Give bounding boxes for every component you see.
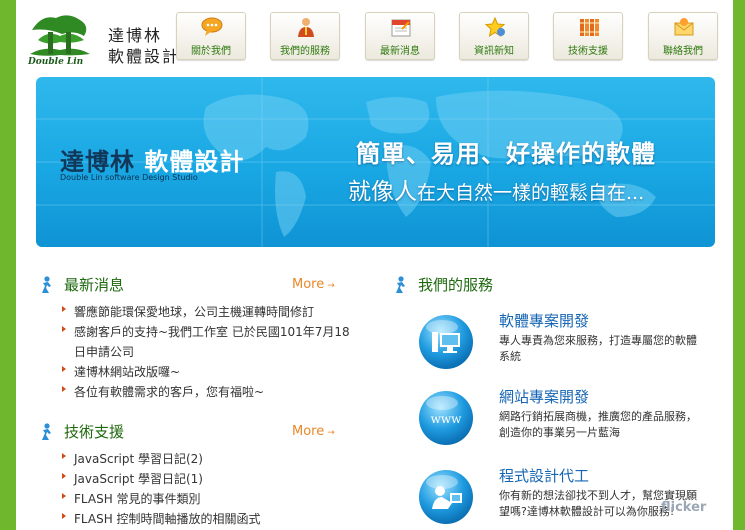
news-more-label: More bbox=[292, 277, 325, 292]
www-icon-text: www bbox=[431, 412, 463, 426]
nav-about-label: 關於我們 bbox=[191, 46, 231, 57]
service-software-dev: 軟體專案開發 專人專責為您來服務，打造專屬您的軟體系統 bbox=[394, 312, 724, 384]
banner-brand-dark: 達博林 bbox=[60, 148, 135, 176]
services-section-header: 我們的服務 bbox=[392, 274, 692, 296]
programmer-icon[interactable] bbox=[418, 469, 474, 525]
support-item[interactable]: JavaScript 學習日記(2) bbox=[60, 449, 350, 469]
support-list: JavaScript 學習日記(2) JavaScript 學習日記(1) FL… bbox=[60, 449, 350, 529]
support-item[interactable]: JavaScript 學習日記(1) bbox=[60, 469, 350, 489]
envelope-icon bbox=[674, 18, 694, 36]
watermark: flicker bbox=[661, 500, 707, 515]
services-title: 我們的服務 bbox=[418, 276, 494, 294]
site-logo[interactable]: Double Lin 達博林 軟體設計 bbox=[28, 10, 178, 70]
person-runner-icon bbox=[42, 276, 51, 293]
books-icon bbox=[580, 19, 599, 36]
news-item[interactable]: 達博林網站改版囉~ bbox=[60, 362, 350, 382]
news-item[interactable]: 感謝客戶的支持~我們工作室 已於民國101年7月18日申請公司 bbox=[60, 322, 350, 362]
banner-brand-subtitle: Double Lin software Design Studio bbox=[60, 173, 198, 182]
banner-brand-white: 軟體設計 bbox=[144, 148, 245, 176]
page: Double Lin 達博林 軟體設計 關於我們 我們的服務 最新消息 資訊新知… bbox=[16, 0, 733, 530]
banner-brand: 達博林 軟體設計 bbox=[60, 142, 244, 177]
support-item[interactable]: FLASH 控制時間軸播放的相關函式 bbox=[60, 509, 350, 529]
more-arrow-icon: → bbox=[327, 428, 335, 438]
support-section-header: 技術支援 More → bbox=[38, 421, 338, 443]
nav-about-button[interactable]: 關於我們 bbox=[176, 12, 246, 60]
person-runner-icon bbox=[396, 276, 405, 293]
news-item[interactable]: 響應節能環保愛地球，公司主機運轉時間修訂 bbox=[60, 302, 350, 322]
service-description: 網路行銷拓展商機，推廣您的產品服務，創造你的事業另一片藍海 bbox=[499, 410, 697, 439]
news-more-link[interactable]: More → bbox=[292, 277, 335, 292]
nav-news-button[interactable]: 最新消息 bbox=[365, 12, 435, 60]
support-more-link[interactable]: More → bbox=[292, 424, 335, 439]
banner-slogan-line2: 就像人在大自然一樣的輕鬆自在... bbox=[348, 172, 644, 206]
nav-info-label: 資訊新知 bbox=[474, 46, 514, 57]
banner-slogan-prefix: 就像人 bbox=[348, 179, 417, 205]
service-web-dev: www 網站專案開發 網路行銷拓展商機，推廣您的產品服務，創造你的事業另一片藍海 bbox=[394, 388, 724, 460]
nav-support-button[interactable]: 技術支援 bbox=[553, 12, 623, 60]
nav-services-button[interactable]: 我們的服務 bbox=[270, 12, 340, 60]
service-title[interactable]: 網站專案開發 bbox=[499, 386, 589, 407]
support-title: 技術支援 bbox=[64, 423, 125, 441]
hero-banner: 達博林 軟體設計 Double Lin software Design Stud… bbox=[36, 77, 715, 247]
support-more-label: More bbox=[292, 424, 325, 439]
chat-bubble-icon bbox=[201, 17, 223, 36]
computer-icon[interactable] bbox=[418, 314, 474, 370]
calendar-icon bbox=[391, 19, 411, 37]
service-title[interactable]: 程式設計代工 bbox=[499, 465, 589, 486]
news-section-header: 最新消息 More → bbox=[38, 274, 338, 296]
person-icon bbox=[298, 18, 314, 37]
logo-subtitle: Double Lin bbox=[28, 57, 84, 67]
banner-slogan-line1: 簡單、易用、好操作的軟體 bbox=[356, 140, 656, 168]
support-item[interactable]: FLASH 常見的事件類別 bbox=[60, 489, 350, 509]
news-list: 響應節能環保愛地球，公司主機運轉時間修訂 感謝客戶的支持~我們工作室 已於民國1… bbox=[60, 302, 350, 402]
logo-name-line2: 軟體設計 bbox=[108, 47, 181, 66]
nav-news-label: 最新消息 bbox=[380, 46, 420, 57]
nav-info-button[interactable]: 資訊新知 bbox=[459, 12, 529, 60]
news-item[interactable]: 各位有軟體需求的客戶，您有福啦~ bbox=[60, 382, 350, 402]
news-title: 最新消息 bbox=[64, 276, 125, 294]
service-description: 專人專責為您來服務，打造專屬您的軟體系統 bbox=[499, 334, 697, 363]
more-arrow-icon: → bbox=[327, 281, 335, 291]
banner-slogan-rest: 在大自然一樣的輕鬆自在... bbox=[417, 182, 645, 204]
www-icon[interactable]: www bbox=[418, 390, 474, 446]
nav-contact-button[interactable]: 聯絡我們 bbox=[648, 12, 718, 60]
nav-services-label: 我們的服務 bbox=[280, 46, 330, 57]
person-runner-icon bbox=[42, 423, 51, 440]
nav-contact-label: 聯絡我們 bbox=[663, 46, 703, 57]
service-title[interactable]: 軟體專案開發 bbox=[499, 310, 589, 331]
nav-support-label: 技術支援 bbox=[568, 46, 608, 57]
star-icon bbox=[484, 17, 506, 37]
